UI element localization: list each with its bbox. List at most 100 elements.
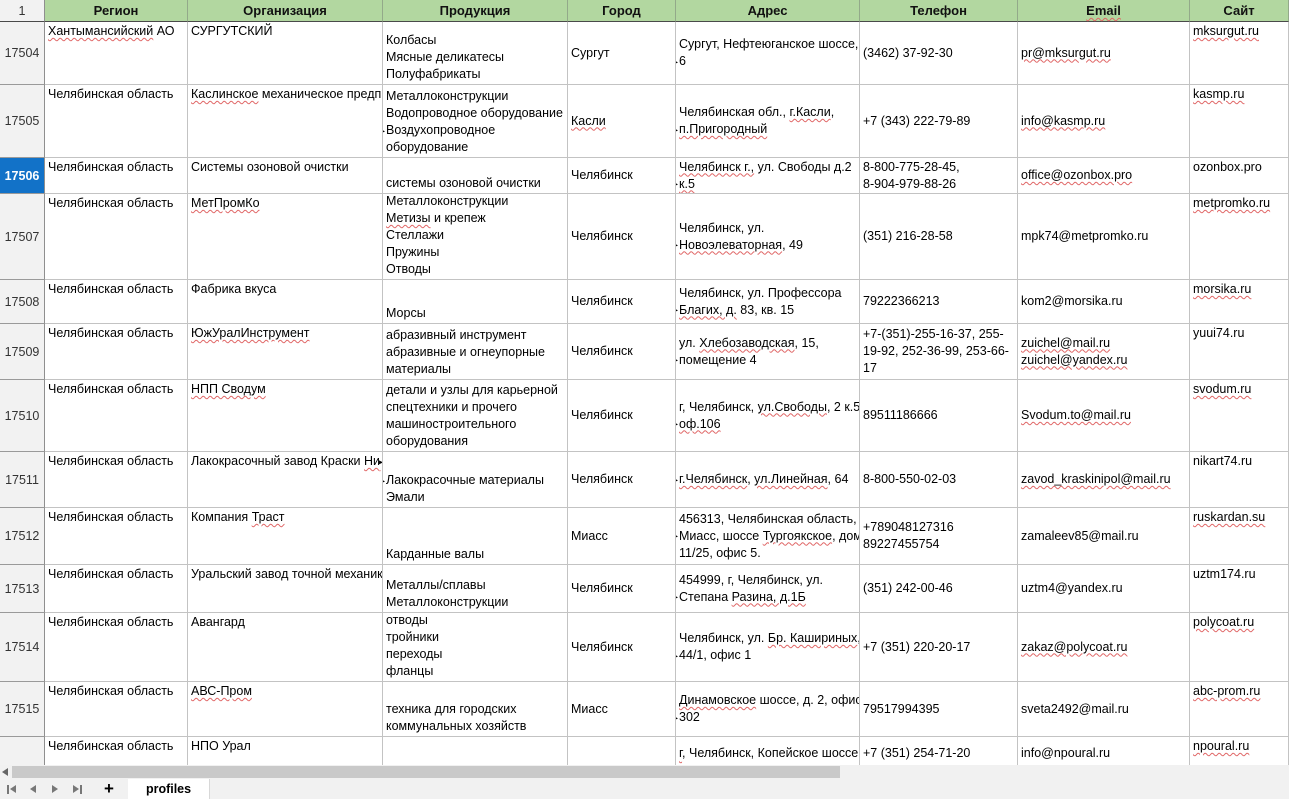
- cell-org[interactable]: Уральский завод точной механики: [188, 565, 383, 613]
- cell-addr[interactable]: 456313, Челябинская область, г,▸Миасс, ш…: [676, 508, 860, 565]
- row-header[interactable]: 17506: [0, 158, 45, 194]
- cell-region[interactable]: Челябинская область: [45, 613, 188, 682]
- row-header[interactable]: 17515: [0, 682, 45, 737]
- scroll-left-icon[interactable]: [2, 768, 8, 776]
- cell-email[interactable]: uztm4@yandex.ru: [1018, 565, 1190, 613]
- cell-org[interactable]: МетПромКо: [188, 194, 383, 280]
- cell-region[interactable]: Челябинская область: [45, 280, 188, 324]
- cell-phone[interactable]: +7 (343) 222-79-89: [860, 85, 1018, 158]
- cell-products[interactable]: Морсы: [383, 280, 568, 324]
- column-header-org[interactable]: Организация: [188, 0, 383, 22]
- cell-addr[interactable]: Челябинск г., ул. Свободы д.2▸к.5: [676, 158, 860, 194]
- column-header-site[interactable]: Сайт: [1190, 0, 1289, 22]
- row-header[interactable]: 17511: [0, 452, 45, 508]
- cell-addr[interactable]: Челябинская обл., г.Касли,▸п.Пригородный: [676, 85, 860, 158]
- cell-region[interactable]: Челябинская область: [45, 158, 188, 194]
- cell-products[interactable]: абразивный инструментабразивные и огнеуп…: [383, 324, 568, 380]
- corner-row-header[interactable]: 1: [0, 0, 45, 22]
- column-header-region[interactable]: Регион: [45, 0, 188, 22]
- row-header[interactable]: 17510: [0, 380, 45, 452]
- row-header[interactable]: 17514: [0, 613, 45, 682]
- column-header-city[interactable]: Город: [568, 0, 676, 22]
- cell-city[interactable]: Челябинск: [568, 280, 676, 324]
- cell-email[interactable]: office@ozonbox.pro: [1018, 158, 1190, 194]
- cell-site[interactable]: metpromko.ru: [1190, 194, 1289, 280]
- cell-addr[interactable]: ул. Хлебозаводская, 15,▸помещение 4: [676, 324, 860, 380]
- cell-org[interactable]: Системы озоновой очистки: [188, 158, 383, 194]
- cell-phone[interactable]: (351) 216-28-58: [860, 194, 1018, 280]
- cell-email[interactable]: info@kasmp.ru: [1018, 85, 1190, 158]
- cell-email[interactable]: zamaleev85@mail.ru: [1018, 508, 1190, 565]
- cell-phone[interactable]: +7 (351) 254-71-20: [860, 737, 1018, 765]
- cell-addr[interactable]: г, Челябинск, ул.Свободы, 2 к.5▸оф.106: [676, 380, 860, 452]
- cell-email[interactable]: sveta2492@mail.ru: [1018, 682, 1190, 737]
- cell-email[interactable]: zakaz@polycoat.ru: [1018, 613, 1190, 682]
- cell-region[interactable]: Челябинская область: [45, 682, 188, 737]
- cell-site[interactable]: kasmp.ru: [1190, 85, 1289, 158]
- column-header-addr[interactable]: Адрес: [676, 0, 860, 22]
- column-header-phone[interactable]: Телефон: [860, 0, 1018, 22]
- cell-phone[interactable]: +7 (351) 220-20-17: [860, 613, 1018, 682]
- cell-region[interactable]: Челябинская область: [45, 380, 188, 452]
- cell-phone[interactable]: +7-(351)-255-16-37, 255-19-92, 252-36-99…: [860, 324, 1018, 380]
- cell-region[interactable]: Челябинская область: [45, 508, 188, 565]
- cell-city[interactable]: Челябинск: [568, 565, 676, 613]
- column-header-products[interactable]: Продукция: [383, 0, 568, 22]
- cell-products[interactable]: системы озоновой очистки: [383, 158, 568, 194]
- cell-city[interactable]: Миасс: [568, 508, 676, 565]
- cell-city[interactable]: Челябинск: [568, 158, 676, 194]
- cell-city[interactable]: Сургут: [568, 22, 676, 85]
- row-header[interactable]: 17513: [0, 565, 45, 613]
- row-header[interactable]: 17512: [0, 508, 45, 565]
- cell-site[interactable]: nikart74.ru: [1190, 452, 1289, 508]
- sheet-nav-prev-button[interactable]: [22, 779, 44, 799]
- cell-addr[interactable]: Сургут, Нефтеюганское шоссе,▸6: [676, 22, 860, 85]
- row-header[interactable]: 17507: [0, 194, 45, 280]
- cell-email[interactable]: zuichel@mail.ruzuichel@yandex.ru: [1018, 324, 1190, 380]
- cell-products[interactable]: [383, 737, 568, 765]
- cell-site[interactable]: uztm174.ru: [1190, 565, 1289, 613]
- column-header-email[interactable]: Email: [1018, 0, 1190, 22]
- cell-city[interactable]: Челябинск: [568, 324, 676, 380]
- cell-addr[interactable]: Динамовское шоссе, д. 2, офис▸302: [676, 682, 860, 737]
- cell-phone[interactable]: 79222366213: [860, 280, 1018, 324]
- cell-addr[interactable]: 454999, г, Челябинск, ул.▸Степана Разина…: [676, 565, 860, 613]
- cell-org[interactable]: НПП Сводум: [188, 380, 383, 452]
- cell-region[interactable]: Челябинская область: [45, 194, 188, 280]
- cell-addr[interactable]: Челябинск, ул.▸Новоэлеваторная, 49: [676, 194, 860, 280]
- cell-email[interactable]: kom2@morsika.ru: [1018, 280, 1190, 324]
- cell-org[interactable]: НПО Урал: [188, 737, 383, 765]
- cell-site[interactable]: mksurgut.ru: [1190, 22, 1289, 85]
- sheet-nav-first-button[interactable]: [0, 779, 22, 799]
- horizontal-scrollbar-thumb[interactable]: [12, 766, 840, 778]
- cell-addr[interactable]: Челябинск, ул. Профессора▸Благих, д. 83,…: [676, 280, 860, 324]
- cell-org[interactable]: Фабрика вкуса: [188, 280, 383, 324]
- cell-site[interactable]: polycoat.ru: [1190, 613, 1289, 682]
- cell-phone[interactable]: 89511186666: [860, 380, 1018, 452]
- cell-phone[interactable]: 8-800-775-28-45,8-904-979-88-26: [860, 158, 1018, 194]
- cell-products[interactable]: детали и узлы для карьернойспецтехники и…: [383, 380, 568, 452]
- cell-email[interactable]: info@npoural.ru: [1018, 737, 1190, 765]
- cell-phone[interactable]: (3462) 37-92-30: [860, 22, 1018, 85]
- sheet-tab-profiles[interactable]: profiles: [128, 779, 210, 799]
- cell-products[interactable]: КолбасыМясные деликатесыПолуфабрикаты: [383, 22, 568, 85]
- cell-org[interactable]: Компания Траст: [188, 508, 383, 565]
- cell-region[interactable]: Челябинская область: [45, 565, 188, 613]
- cell-region[interactable]: Челябинская область: [45, 85, 188, 158]
- cell-phone[interactable]: (351) 242-00-46: [860, 565, 1018, 613]
- row-header[interactable]: 17505: [0, 85, 45, 158]
- cell-site[interactable]: yuui74.ru: [1190, 324, 1289, 380]
- add-sheet-button[interactable]: +: [104, 779, 114, 799]
- row-header[interactable]: 17508: [0, 280, 45, 324]
- cell-site[interactable]: ruskardan.su: [1190, 508, 1289, 565]
- cell-site[interactable]: svodum.ru: [1190, 380, 1289, 452]
- cell-phone[interactable]: +78904812731689227455754: [860, 508, 1018, 565]
- cell-addr[interactable]: ▸г.Челябинск, ул.Линейная, 64: [676, 452, 860, 508]
- cell-site[interactable]: morsika.ru: [1190, 280, 1289, 324]
- cell-site[interactable]: ozonbox.pro: [1190, 158, 1289, 194]
- cell-site[interactable]: abc-prom.ru: [1190, 682, 1289, 737]
- cell-products[interactable]: Металлы/сплавыМеталлоконструкции: [383, 565, 568, 613]
- cell-region[interactable]: Челябинская область: [45, 324, 188, 380]
- sheet-nav-next-button[interactable]: [44, 779, 66, 799]
- cell-phone[interactable]: 8-800-550-02-03: [860, 452, 1018, 508]
